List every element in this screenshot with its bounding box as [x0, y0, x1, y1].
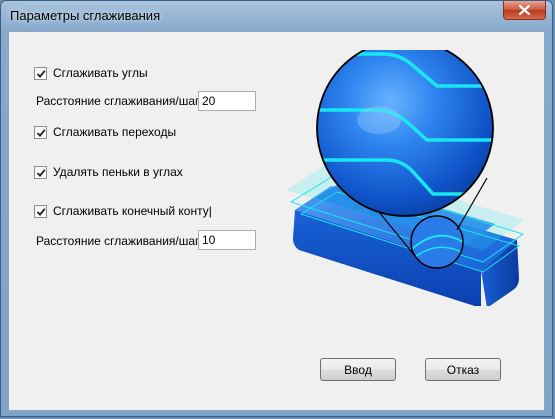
checkmark-icon [36, 168, 46, 177]
smooth-corners-option[interactable]: Сглаживать углы [34, 66, 148, 80]
checkmark-icon [36, 128, 46, 137]
checkmark-icon [36, 69, 46, 78]
smooth-distance-2-label: Расстояние сглаживания/шаг [36, 234, 200, 248]
smooth-final-contour-checkbox[interactable] [34, 204, 47, 218]
smooth-distance-2-input[interactable] [198, 230, 256, 250]
smooth-final-contour-option[interactable]: Сглаживать конечный конту| [34, 204, 212, 218]
close-icon [519, 5, 530, 15]
ok-button[interactable]: Ввод [320, 358, 396, 381]
checkmark-icon [36, 207, 46, 216]
smooth-final-contour-label: Сглаживать конечный конту| [53, 204, 212, 218]
smooth-corners-checkbox[interactable] [34, 66, 47, 80]
remove-stumps-checkbox[interactable] [34, 165, 47, 179]
smooth-distance-1-label: Расстояние сглаживания/шаг [36, 94, 200, 108]
smooth-transitions-option[interactable]: Сглаживать переходы [34, 125, 176, 139]
title-bar[interactable]: Параметры сглаживания [1, 1, 552, 31]
smooth-corners-label: Сглаживать углы [53, 66, 148, 80]
smooth-distance-1-input[interactable] [198, 91, 256, 111]
dialog-window: Параметры сглаживания Сглаживать углы Ра… [0, 0, 553, 417]
dialog-body: Сглаживать углы Расстояние сглаживания/ш… [8, 31, 545, 411]
close-button[interactable] [503, 1, 546, 20]
smooth-transitions-checkbox[interactable] [34, 125, 47, 139]
window-title: Параметры сглаживания [10, 8, 161, 23]
cancel-button[interactable]: Отказ [425, 358, 501, 381]
smooth-transitions-label: Сглаживать переходы [53, 125, 177, 139]
remove-stumps-option[interactable]: Удалять пеньки в углах [34, 165, 183, 179]
remove-stumps-label: Удалять пеньки в углах [53, 165, 183, 179]
smoothing-illustration [287, 50, 525, 306]
